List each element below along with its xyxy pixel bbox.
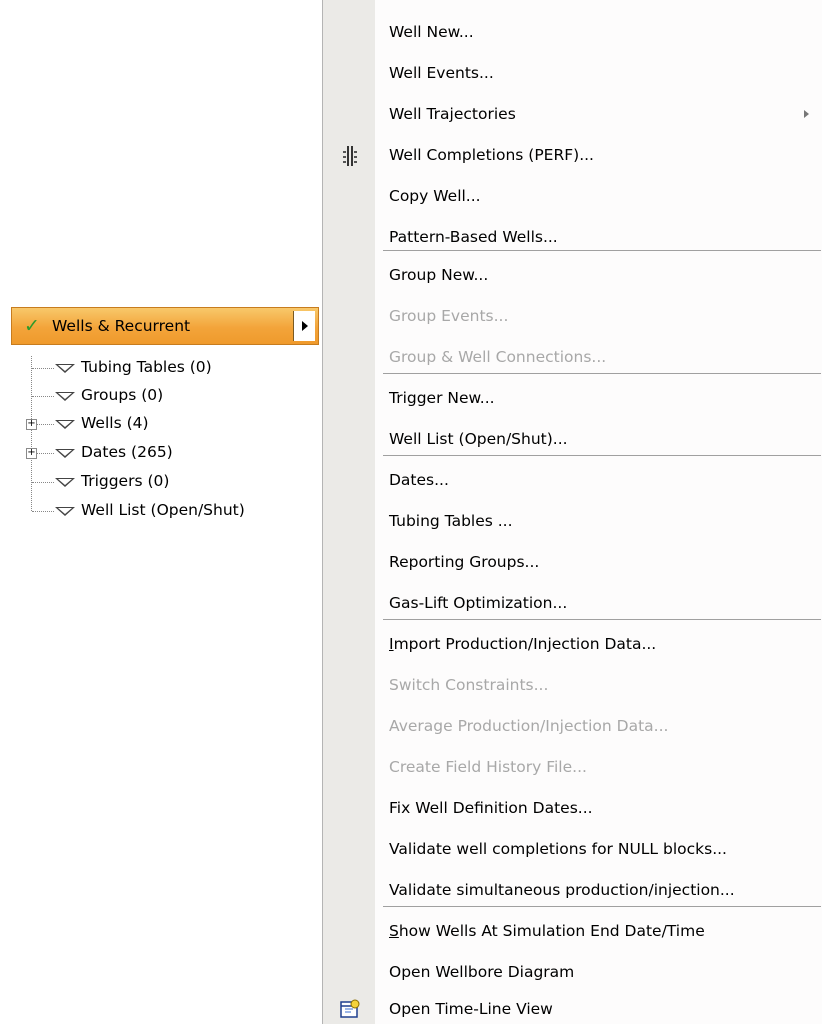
menu-separator — [383, 455, 821, 456]
node-triangle-icon — [55, 392, 75, 401]
tree-item-label: Well List (Open/Shut) — [81, 501, 245, 519]
menu-item-well-completions[interactable]: Well Completions (PERF)... — [323, 136, 822, 176]
menu-item-label: Validate simultaneous production/injecti… — [389, 881, 735, 899]
menu-item-label: Open Time-Line View — [389, 1000, 553, 1018]
menu-item-label: Show Wells At Simulation End Date/Time — [389, 922, 705, 940]
menu-item-label: Well New... — [389, 23, 474, 41]
menu-separator — [383, 619, 821, 620]
menu-item-create-field-history-file: Create Field History File... — [323, 748, 822, 788]
menu-item-validate-simultaneous[interactable]: Validate simultaneous production/injecti… — [323, 871, 822, 911]
menu-item-label: Validate well completions for NULL block… — [389, 840, 727, 858]
menu-item-label: Tubing Tables ... — [389, 512, 513, 530]
node-triangle-icon — [55, 478, 75, 487]
menu-item-label: Group New... — [389, 266, 489, 284]
submenu-arrow-icon — [804, 110, 809, 118]
checkmark-icon: ✓ — [24, 315, 40, 337]
menu-item-label: Group & Well Connections... — [389, 348, 607, 366]
tree-item-label: Tubing Tables (0) — [81, 358, 212, 376]
menu-item-open-time-line-view[interactable]: Open Time-Line View — [323, 990, 822, 1024]
wells-recurrent-context-menu: Well New... Well Events... Well Trajecto… — [322, 0, 822, 1024]
tree-item-label: Dates (265) — [81, 443, 173, 461]
menu-item-group-well-connections: Group & Well Connections... — [323, 338, 822, 378]
menu-item-dates[interactable]: Dates... — [323, 461, 822, 501]
menu-item-well-list-open-shut[interactable]: Well List (Open/Shut)... — [323, 420, 822, 460]
node-triangle-icon — [55, 449, 75, 458]
menu-item-label: Reporting Groups... — [389, 553, 540, 571]
menu-item-label: Create Field History File... — [389, 758, 587, 776]
tree-item-label: Wells (4) — [81, 414, 149, 432]
menu-item-fix-well-definition-dates[interactable]: Fix Well Definition Dates... — [323, 789, 822, 829]
menu-item-open-wellbore-diagram[interactable]: Open Wellbore Diagram — [323, 953, 822, 993]
expand-icon[interactable]: + — [26, 419, 37, 430]
menu-item-label: Import Production/Injection Data... — [389, 635, 657, 653]
menu-item-import-production-injection[interactable]: Import Production/Injection Data... — [323, 625, 822, 665]
menu-item-label: Group Events... — [389, 307, 509, 325]
menu-item-label: Open Wellbore Diagram — [389, 963, 575, 981]
menu-item-label: Trigger New... — [389, 389, 495, 407]
menu-item-switch-constraints: Switch Constraints... — [323, 666, 822, 706]
node-triangle-icon — [55, 364, 75, 373]
menu-item-label: Pattern-Based Wells... — [389, 228, 558, 246]
node-triangle-icon — [55, 507, 75, 516]
menu-item-average-production-injection: Average Production/Injection Data... — [323, 707, 822, 747]
menu-item-label: Dates... — [389, 471, 449, 489]
right-arrow-icon — [301, 321, 308, 331]
perforation-icon — [340, 145, 360, 167]
tree-item-label: Triggers (0) — [81, 472, 170, 490]
expand-icon[interactable]: + — [26, 448, 37, 459]
menu-item-gas-lift-optimization[interactable]: Gas-Lift Optimization... — [323, 584, 822, 624]
menu-item-trigger-new[interactable]: Trigger New... — [323, 379, 822, 419]
menu-item-label: Copy Well... — [389, 187, 481, 205]
menu-item-reporting-groups[interactable]: Reporting Groups... — [323, 543, 822, 583]
menu-item-label: Well Trajectories — [389, 105, 516, 123]
menu-item-show-wells-at-end[interactable]: Show Wells At Simulation End Date/Time — [323, 912, 822, 952]
submenu-arrow-button[interactable] — [293, 311, 315, 341]
menu-separator — [383, 906, 821, 907]
timeline-view-icon — [340, 999, 360, 1021]
menu-item-validate-well-completions[interactable]: Validate well completions for NULL block… — [323, 830, 822, 870]
menu-item-tubing-tables[interactable]: Tubing Tables ... — [323, 502, 822, 542]
menu-item-well-events[interactable]: Well Events... — [323, 54, 822, 94]
tree-item-label: Groups (0) — [81, 386, 164, 404]
menu-item-label: Switch Constraints... — [389, 676, 549, 694]
menu-item-pattern-based-wells[interactable]: Pattern-Based Wells... — [323, 218, 822, 258]
data-tree: Tubing Tables (0) Groups (0) + Wells (4)… — [22, 356, 322, 531]
wells-recurrent-label: Wells & Recurrent — [52, 317, 191, 335]
menu-item-group-events: Group Events... — [323, 297, 822, 337]
menu-item-copy-well[interactable]: Copy Well... — [323, 177, 822, 217]
node-triangle-icon — [55, 420, 75, 429]
menu-item-label: Well Events... — [389, 64, 494, 82]
tree-connector-line — [31, 356, 32, 511]
menu-item-well-trajectories[interactable]: Well Trajectories — [323, 95, 822, 135]
menu-item-label: Fix Well Definition Dates... — [389, 799, 593, 817]
menu-item-group-new[interactable]: Group New... — [323, 256, 822, 296]
menu-item-label: Gas-Lift Optimization... — [389, 594, 568, 612]
wells-recurrent-menu-button[interactable]: ✓ Wells & Recurrent — [11, 307, 319, 345]
menu-separator — [383, 250, 821, 251]
menu-item-well-new[interactable]: Well New... — [323, 13, 822, 53]
menu-item-label: Well List (Open/Shut)... — [389, 430, 568, 448]
menu-item-label: Well Completions (PERF)... — [389, 146, 594, 164]
menu-separator — [383, 373, 821, 374]
menu-item-label: Average Production/Injection Data... — [389, 717, 669, 735]
